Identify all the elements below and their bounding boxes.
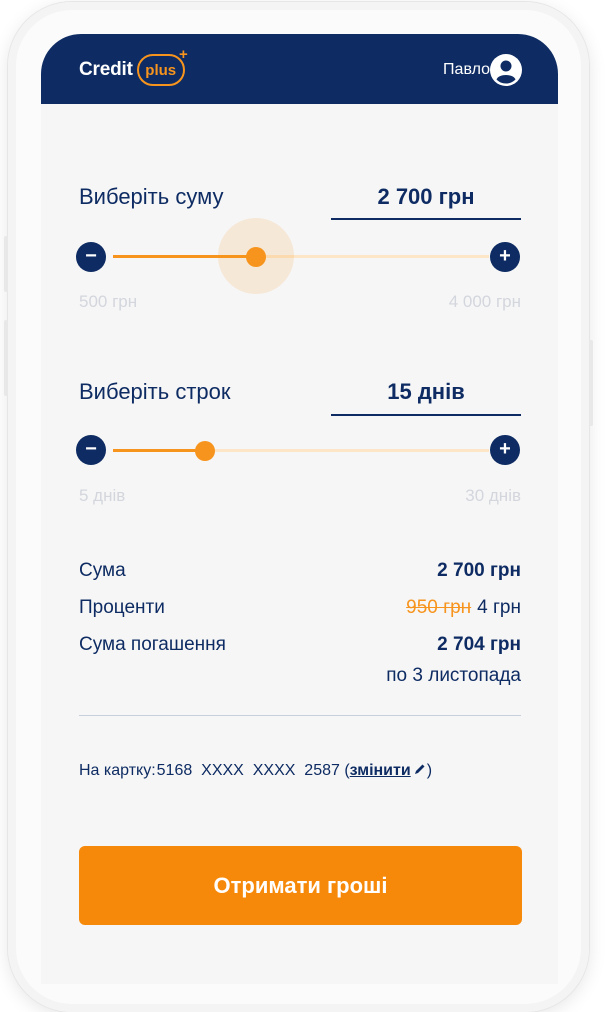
creditplus-logo[interactable]: Credit plus + xyxy=(79,47,188,86)
term-increase-button[interactable]: + xyxy=(490,435,520,465)
app-screen: Credit plus + Павло Виберіть суму 2 700 … xyxy=(41,34,558,984)
amount-decrease-button[interactable]: − xyxy=(76,242,106,272)
card-prefix: На картку: xyxy=(79,762,156,779)
phone-side-button xyxy=(4,236,8,292)
amount-value-field[interactable]: 2 700 грн xyxy=(331,184,521,210)
amount-max-label: 4 000 грн xyxy=(448,292,521,311)
summary-repay-value: 2 704 грн xyxy=(437,634,521,655)
interest-old-value: 950 грн xyxy=(406,597,472,618)
phone-side-button xyxy=(4,320,8,396)
card-change-label: змінити xyxy=(349,762,411,779)
term-slider-track[interactable] xyxy=(113,449,489,452)
logo-badge-text: plus xyxy=(145,61,177,79)
app-header: Credit plus + Павло xyxy=(41,34,558,104)
logo-badge: plus + xyxy=(136,47,188,86)
interest-new-value: 4 грн xyxy=(477,597,521,618)
summary-divider xyxy=(79,715,521,716)
phone-side-button xyxy=(589,340,593,426)
user-name[interactable]: Павло xyxy=(443,61,490,79)
amount-increase-button[interactable]: + xyxy=(490,242,520,272)
get-money-button[interactable]: Отримати гроші xyxy=(79,846,522,925)
card-change-link[interactable]: змінити xyxy=(350,762,427,779)
card-change-group: (змінити) xyxy=(344,762,433,779)
term-max-label: 30 днів xyxy=(465,486,521,505)
term-slider-fill xyxy=(113,449,206,452)
summary-sum-label: Сума xyxy=(79,560,126,581)
card-number: 5168 XXXX XXXX 2587 xyxy=(156,762,340,779)
logo-plus-icon: + xyxy=(178,46,188,63)
term-slider-thumb[interactable] xyxy=(195,441,216,461)
summary-repay-label: Сума погашення xyxy=(79,634,226,655)
amount-label: Виберіть суму xyxy=(79,184,224,209)
term-decrease-button[interactable]: − xyxy=(76,435,106,465)
amount-slider-track[interactable] xyxy=(113,255,489,258)
amount-slider-thumb[interactable] xyxy=(246,247,267,267)
summary-interest-label: Проценти xyxy=(79,597,165,618)
amount-value-underline xyxy=(331,218,521,220)
summary-interest-value: 950 грн 4 грн xyxy=(406,597,521,619)
summary-repay-date: по 3 листопада xyxy=(386,665,521,686)
user-avatar-icon[interactable] xyxy=(490,54,522,86)
summary-sum-value: 2 700 грн xyxy=(437,560,521,581)
card-info: На картку:5168 XXXX XXXX 2587 (змінити) xyxy=(79,762,432,780)
term-value-underline xyxy=(331,414,521,416)
term-label: Виберіть строк xyxy=(79,379,231,404)
term-value-field[interactable]: 15 днів xyxy=(331,379,521,405)
term-min-label: 5 днів xyxy=(79,486,126,505)
logo-word: Credit xyxy=(79,59,133,80)
amount-min-label: 500 грн xyxy=(79,292,138,311)
pencil-icon xyxy=(414,764,425,774)
